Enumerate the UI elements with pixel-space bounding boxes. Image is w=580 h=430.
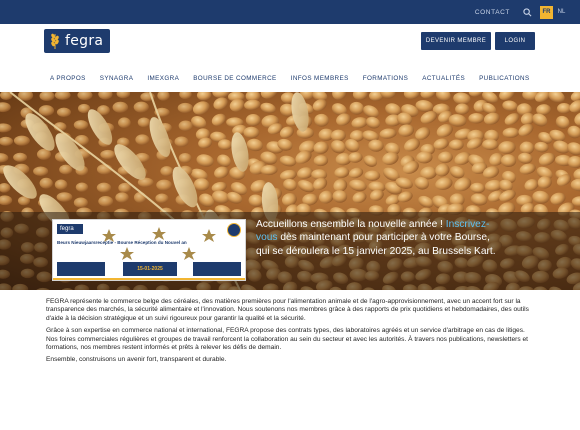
nav-item-a-propos[interactable]: A PROPOS — [50, 75, 86, 82]
wheat-logo-icon — [51, 33, 59, 49]
nav-item-infos-membres[interactable]: INFOS MEMBRES — [291, 75, 349, 82]
hero-message: Accueillons ensemble la nouvelle année !… — [256, 218, 496, 258]
intro-paragraph-1: FEGRA représente le commerce belge des c… — [46, 298, 529, 322]
top-utility-bar: CONTACT FR NL — [0, 0, 580, 24]
nav-item-imexgra[interactable]: IMEXGRA — [147, 75, 179, 82]
language-fr[interactable]: FR — [540, 5, 553, 19]
become-member-button[interactable]: DEVENIR MEMBRE — [421, 32, 491, 50]
intro-paragraph-3: Ensemble, construisons un avenir fort, t… — [46, 356, 227, 364]
banner-logo: fegra — [57, 224, 83, 234]
main-nav: A PROPOS SYNAGRA IMEXGRA BOURSE DE COMME… — [0, 64, 580, 92]
login-button[interactable]: LOGIN — [495, 32, 535, 50]
search-icon[interactable] — [520, 5, 534, 19]
new-year-reception-banner[interactable]: fegra Beurs Nieuwjaarsreceptie - Bourse … — [52, 219, 246, 281]
intro-text: FEGRA représente le commerce belge des c… — [46, 298, 536, 369]
hero-message-intro: Accueillons ensemble la nouvelle année ! — [256, 219, 443, 230]
nav-item-synagra[interactable]: SYNAGRA — [100, 75, 134, 82]
fegra-logo[interactable]: fegra — [44, 29, 110, 53]
banner-date: 15-01-2025 — [123, 262, 177, 276]
banner-stripe — [53, 278, 245, 280]
nav-item-publications[interactable]: PUBLICATIONS — [479, 75, 530, 82]
hero-message-details: dès maintenant pour participer à votre B… — [256, 232, 496, 257]
intro-paragraph-2: Grâce à son expertise en commerce nation… — [46, 327, 528, 352]
language-nl[interactable]: NL — [555, 6, 568, 19]
nav-item-formations[interactable]: FORMATIONS — [363, 75, 409, 82]
banner-info-left — [57, 262, 105, 276]
nav-item-actualites[interactable]: ACTUALITÉS — [422, 75, 465, 82]
site-header: fegra DEVENIR MEMBRE LOGIN — [0, 24, 580, 64]
hero-section: fegra Beurs Nieuwjaarsreceptie - Bourse … — [0, 92, 580, 290]
logo-text: fegra — [65, 33, 104, 49]
nav-item-bourse-de-commerce[interactable]: BOURSE DE COMMERCE — [193, 75, 276, 82]
contact-link[interactable]: CONTACT — [475, 9, 510, 16]
banner-title: Beurs Nieuwjaarsreceptie - Bourse Récept… — [57, 240, 187, 245]
banner-info-right — [193, 262, 241, 276]
